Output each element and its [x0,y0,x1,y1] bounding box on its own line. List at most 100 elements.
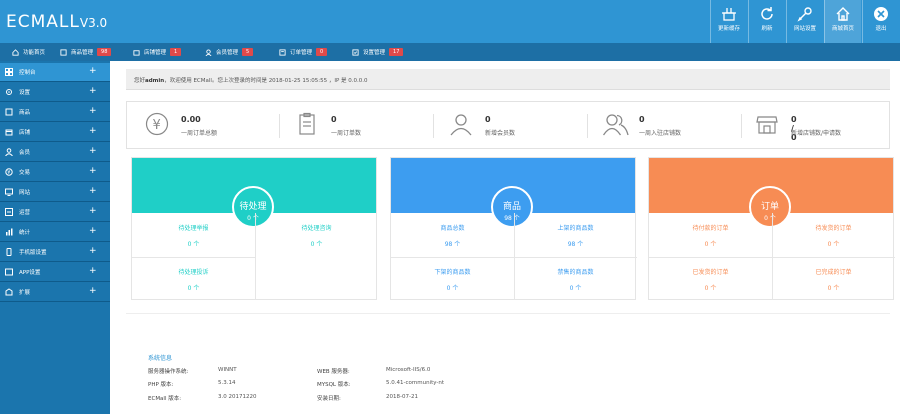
cell-pending-consults[interactable]: 待处理咨询 0 个 [255,223,378,248]
cell-goods-total[interactable]: 商品总数 98 个 [391,223,514,248]
stat-label: 一周订单数 [331,130,362,137]
expand-icon[interactable]: + [89,166,97,176]
sidebar-item-label: APP设置 [19,270,41,276]
expand-icon[interactable]: + [89,106,97,116]
logout-icon [874,7,888,21]
refresh-icon [761,7,773,20]
cell-label: 商品总数 [440,225,465,232]
shop-icon [756,116,778,134]
panel-pending: 待处理 0 个 待处理举报 0 个 待处理咨询 0 个 待处理投诉 0 个 [131,157,377,300]
expand-icon[interactable]: + [89,126,97,136]
quick-item-order[interactable]: 订单管理 0 [279,43,328,61]
cell-pending-reports[interactable]: 待处理举报 0 个 [132,223,255,248]
sidebar-item-stats[interactable]: 统计 + [0,223,110,242]
site-settings-button[interactable]: 网站设置 [786,0,823,43]
quick-item-label: 会员管理 [216,50,239,56]
orders-summary-circle[interactable]: 订单 0 个 [749,186,791,228]
expand-icon[interactable]: + [89,286,97,296]
quick-item-goods[interactable]: 商品管理 98 [60,43,112,61]
clear-cache-button[interactable]: 更新缓存 [710,0,747,43]
cell-label: 下架的商品数 [434,269,471,276]
svg-text:¥: ¥ [153,118,161,133]
sidebar-item-label: 网站 [19,190,31,196]
count-badge: 1 [170,48,182,56]
cell-pending-complaints[interactable]: 待处理投诉 0 个 [132,267,255,292]
cell-orders-completed[interactable]: 已完成的订单 0 个 [772,267,895,292]
expand-icon[interactable]: + [89,206,97,216]
svg-text:¥: ¥ [7,170,10,176]
stat-value: 0 [331,115,337,124]
count-badge: 17 [389,48,404,56]
cell-value: 0 个 [187,241,200,248]
mall-home-button[interactable]: 商城首页 [824,0,861,43]
cell-value: 98 个 [444,241,461,248]
sidebar-item-operate[interactable]: 运营 + [0,203,110,222]
cell-orders-unshipped[interactable]: 待发货的订单 0 个 [772,223,895,248]
quick-item-store[interactable]: 店铺管理 1 [133,43,182,61]
expand-icon[interactable]: + [89,246,97,256]
divider [132,257,255,258]
store-icon [5,129,13,136]
refresh-button[interactable]: 刷新 [748,0,785,43]
dashboard-icon [5,68,13,76]
pending-summary-circle[interactable]: 待处理 0 个 [232,186,274,228]
sidebar-item-member[interactable]: 会员 + [0,143,110,162]
expand-icon[interactable]: + [89,186,97,196]
quick-item-settings[interactable]: 设置管理 17 [352,43,404,61]
panel-count: 98 个 [504,215,520,222]
settings-icon [797,7,812,22]
quick-item-member[interactable]: 会员管理 5 [205,43,254,61]
cell-value: 0 个 [569,285,582,292]
logo[interactable]: ECMALLV3.0 [6,12,107,32]
goods-summary-circle[interactable]: 商品 98 个 [491,186,533,228]
welcome-prefix: 您好 [134,78,146,84]
cell-label: 已发货的订单 [692,269,729,276]
home-icon [836,7,850,21]
system-info: 系统信息 服务器操作系统: WINNT PHP 版本: 5.3.14 ECMal… [126,313,890,414]
sidebar-item-dashboard[interactable]: 控制台 + [0,63,110,82]
sidebar-item-app[interactable]: APP设置 + [0,263,110,282]
sidebar-item-website[interactable]: 网站 + [0,183,110,202]
expand-icon[interactable]: + [89,86,97,96]
sidebar-item-settings[interactable]: 设置 + [0,83,110,102]
cell-label: 已完成的订单 [815,269,852,276]
sidebar-item-mobile[interactable]: 手机版设置 + [0,243,110,262]
cell-orders-unpaid[interactable]: 待付款的订单 0 个 [649,223,772,248]
cell-goods-off-shelf[interactable]: 下架的商品数 0 个 [391,267,514,292]
sidebar-item-store[interactable]: 店铺 + [0,123,110,142]
divider [587,114,588,138]
expand-icon[interactable]: + [89,226,97,236]
clear-cache-icon [722,8,736,21]
refresh-label: 刷新 [761,26,773,32]
panel-title: 待处理 [239,202,267,212]
sidebar-item-goods[interactable]: 商品 + [0,103,110,122]
sidebar-item-extend[interactable]: 扩展 + [0,283,110,302]
cell-goods-banned[interactable]: 禁售的商品数 0 个 [514,267,637,292]
count-badge: 98 [97,48,112,56]
quick-bar: 功能首页 商品管理 98 店铺管理 1 会员管理 5 订单管理 0 设置管理 1… [0,43,900,61]
order-icon [279,48,286,56]
info-value: 5.0.41-community-nt [386,380,445,386]
cell-orders-shipped[interactable]: 已发货的订单 0 个 [649,267,772,292]
cell-value: 0 个 [827,285,840,292]
expand-icon[interactable]: + [89,266,97,276]
quick-item-home[interactable]: 功能首页 [12,43,45,61]
expand-icon[interactable]: + [89,146,97,156]
info-value: 2018-07-21 [386,394,418,400]
panel-orders: 订单 0 个 待付款的订单 0 个 待发货的订单 0 个 已发货的订单 0 个 … [648,157,895,300]
sidebar-item-trade[interactable]: ¥ 交易 + [0,163,110,182]
store-icon [133,49,140,56]
logout-button[interactable]: 退出 [862,0,899,43]
cell-goods-on-shelf[interactable]: 上架的商品数 98 个 [514,223,637,248]
info-key: 安装日期: [317,396,341,402]
cell-label: 待处理咨询 [301,225,332,232]
stats-icon [6,228,13,236]
sidebar-item-label: 设置 [19,90,31,96]
cell-value: 0 个 [187,285,200,292]
top-header: ECMALLV3.0 更新缓存 刷新 网站设置 商城首页 退出 [0,0,900,43]
mall-home-label: 商城首页 [831,26,854,32]
info-key: 服务器操作系统: [148,369,189,375]
stat-label: 一周入驻店铺数 [639,130,682,137]
expand-icon[interactable]: + [89,66,97,76]
cell-value: 0 个 [704,241,717,248]
